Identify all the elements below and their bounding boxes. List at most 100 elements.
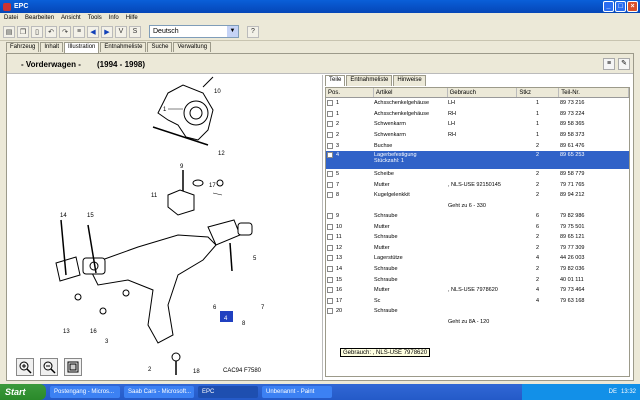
callout-16[interactable]: 16 [90, 329, 97, 335]
tab-entnahmeliste-parts[interactable]: Entnahmeliste [346, 75, 393, 86]
table-row[interactable]: 14 Schraube 2 79 82 036 [326, 264, 629, 275]
table-row[interactable]: 11 Schraube 2 89 65 121 [326, 232, 629, 243]
start-button[interactable]: Start [0, 384, 46, 400]
row-checkbox[interactable]: ✓ [327, 151, 333, 158]
table-row[interactable]: 9 Schraube 6 79 82 986 [326, 211, 629, 222]
close-button[interactable]: × [627, 1, 638, 12]
language-select[interactable]: Deutsch ▼ [149, 25, 239, 38]
tab-verwaltung[interactable]: Verwaltung [173, 42, 212, 52]
callout-14[interactable]: 14 [60, 213, 67, 219]
row-checkbox[interactable] [327, 100, 333, 107]
row-checkbox[interactable] [327, 142, 333, 149]
menu-datei[interactable]: Datei [4, 15, 18, 21]
edit-icon[interactable]: ✎ [618, 58, 630, 70]
callout-6[interactable]: 6 [213, 305, 217, 311]
vin-icon[interactable]: V [115, 25, 127, 38]
tab-fahrzeug[interactable]: Fahrzeug [6, 42, 40, 52]
menu-ansicht[interactable]: Ansicht [61, 15, 81, 21]
table-row[interactable]: 2 Schwenkarm RH 1 89 58 373 [326, 130, 629, 141]
table-row[interactable]: 13 Lagerstütze 4 44 26 003 [326, 253, 629, 264]
col-gebrauch[interactable]: Gebrauch [448, 88, 518, 97]
table-row[interactable]: 2 Schwenkarm LH 1 89 58 365 [326, 119, 629, 130]
callout-7[interactable]: 7 [261, 305, 265, 311]
row-checkbox[interactable] [327, 181, 333, 188]
print-icon[interactable]: ▤ [3, 25, 15, 38]
callout-13[interactable]: 13 [63, 329, 70, 335]
table-row[interactable]: 1 Achsschenkelgehäuse LH 1 89 73 216 [326, 98, 629, 109]
tab-illustration[interactable]: Illustration [64, 42, 100, 53]
arrow-right-icon[interactable]: ▶ [101, 25, 113, 38]
list-icon[interactable]: ≡ [73, 25, 85, 38]
callout-11[interactable]: 11 [151, 193, 158, 199]
table-row[interactable]: ✓ 4 Lagerbefestigung Stückzahl: 1 2 89 65 253 [326, 150, 629, 169]
tab-inhalt[interactable]: Inhalt [40, 42, 64, 52]
callout-9[interactable]: 9 [180, 164, 184, 170]
taskbar-item-paint[interactable]: Unbenannt - Paint [262, 386, 332, 398]
table-row[interactable]: 16 Mutter , NLS-USE 7978620 4 79 73 464 [326, 285, 629, 296]
search-vin-icon[interactable]: S [129, 25, 141, 38]
document-icon[interactable]: ▯ [31, 25, 43, 38]
table-row[interactable]: 5 Scheibe 2 89 58 779 [326, 169, 629, 180]
back-icon[interactable]: ↶ [45, 25, 57, 38]
menu-tools[interactable]: Tools [88, 15, 102, 21]
col-artikel[interactable]: Artikel [374, 88, 448, 97]
row-checkbox[interactable] [327, 244, 333, 251]
row-checkbox[interactable] [327, 234, 333, 241]
callout-17[interactable]: 17 [209, 183, 216, 189]
row-checkbox[interactable] [327, 266, 333, 273]
row-checkbox[interactable] [327, 297, 333, 304]
row-checkbox[interactable] [327, 110, 333, 117]
language-indicator[interactable]: DE [609, 389, 617, 395]
row-checkbox[interactable] [327, 121, 333, 128]
col-pos[interactable]: Pos. [326, 88, 374, 97]
tab-entnahmeliste[interactable]: Entnahmeliste [100, 42, 147, 52]
row-checkbox[interactable] [327, 308, 333, 315]
table-row[interactable]: 20 Schraube [326, 306, 629, 317]
taskbar-item-saab[interactable]: Saab Cars - Microsoft... [124, 386, 194, 398]
copy-icon[interactable]: ❐ [17, 25, 29, 38]
arrow-left-icon[interactable]: ◀ [87, 25, 99, 38]
callout-8[interactable]: 8 [242, 321, 246, 327]
tab-hinweise[interactable]: Hinweise [393, 75, 426, 86]
callout-15[interactable]: 15 [87, 213, 94, 219]
forward-icon[interactable]: ↷ [59, 25, 71, 38]
chevron-down-icon[interactable]: ▼ [227, 26, 238, 37]
callout-18[interactable]: 18 [193, 369, 200, 375]
tab-teile[interactable]: Teile [325, 75, 346, 86]
table-row[interactable]: 15 Schraube 2 40 01 111 [326, 274, 629, 285]
callout-10[interactable]: 10 [214, 89, 221, 95]
menu-hilfe[interactable]: Hilfe [126, 15, 138, 21]
callout-5[interactable]: 5 [253, 256, 257, 262]
row-checkbox[interactable] [327, 132, 333, 139]
zoom-in-icon[interactable] [16, 358, 34, 376]
table-row[interactable]: 10 Mutter 6 79 75 501 [326, 221, 629, 232]
minimize-button[interactable]: _ [603, 1, 614, 12]
col-stkz[interactable]: Stkz [517, 88, 560, 97]
maximize-button[interactable]: □ [615, 1, 626, 12]
table-row[interactable]: 8 Kugelgelenkkit 2 89 94 212 [326, 190, 629, 201]
list-view-icon[interactable]: ≡ [603, 58, 615, 70]
row-checkbox[interactable] [327, 223, 333, 230]
table-row[interactable]: 7 Mutter , NLS-USE 92150145 2 79 71 765 [326, 180, 629, 191]
taskbar-item-epc[interactable]: EPC [198, 386, 258, 398]
row-checkbox[interactable] [327, 255, 333, 262]
table-row[interactable]: 3 Buchse 2 89 61 476 [326, 140, 629, 151]
fit-page-icon[interactable] [64, 358, 82, 376]
table-row[interactable]: 1 Achsschenkelgehäuse RH 1 89 73 224 [326, 109, 629, 120]
taskbar-item-postengang[interactable]: Postengang - Micros... [50, 386, 120, 398]
tab-suche[interactable]: Suche [147, 42, 173, 52]
callout-3[interactable]: 3 [105, 339, 109, 345]
zoom-out-icon[interactable] [40, 358, 58, 376]
row-checkbox[interactable] [327, 171, 333, 178]
col-teilnr[interactable]: Teil-Nr. [559, 88, 629, 97]
table-row[interactable]: 12 Mutter 2 79 77 309 [326, 243, 629, 254]
menu-info[interactable]: Info [109, 15, 119, 21]
callout-2[interactable]: 2 [148, 367, 152, 373]
help-icon[interactable]: ? [247, 25, 259, 38]
row-checkbox[interactable] [327, 213, 333, 220]
row-checkbox[interactable] [327, 287, 333, 294]
table-row[interactable]: 17 Sc 4 79 63 168 [326, 296, 629, 307]
callout-12[interactable]: 12 [218, 151, 225, 157]
menu-bearbeiten[interactable]: Bearbeiten [25, 15, 54, 21]
row-checkbox[interactable] [327, 276, 333, 283]
